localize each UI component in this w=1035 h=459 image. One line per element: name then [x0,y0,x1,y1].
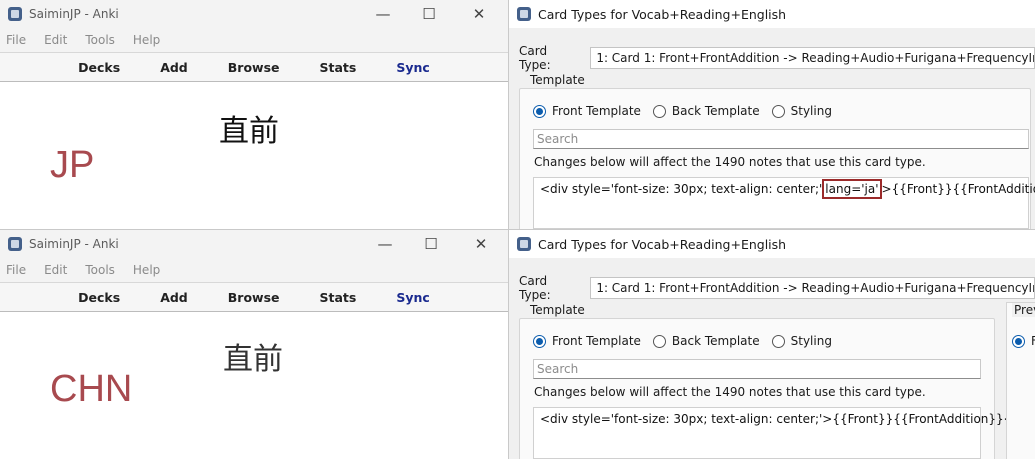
anki-main-window-chn: SaiminJP - Anki — ☐ ✕ File Edit Tools He… [0,230,508,459]
radio-unselected-icon [771,334,785,348]
preview-front-radio[interactable]: F [1012,334,1035,348]
template-radio-group: Front Template Back Template Styling [533,104,844,118]
radio-selected-icon [1012,334,1025,348]
menu-tools[interactable]: Tools [85,33,115,47]
notes-affected-notice: Changes below will affect the 1490 notes… [534,155,926,169]
title-bar[interactable]: Card Types for Vocab+Reading+English [509,0,1035,28]
language-label: CHN [50,368,133,410]
radio-unselected-icon [652,334,666,348]
radio-selected-icon [533,334,546,348]
card-type-label: Card Type: [519,44,551,72]
add-button[interactable]: Add [160,290,188,305]
main-toolbar: Decks Add Browse Stats Sync [0,282,508,312]
radio-label: Styling [790,104,832,118]
back-template-radio[interactable]: Back Template [652,104,760,118]
menu-help[interactable]: Help [133,263,160,277]
menu-file[interactable]: File [6,263,26,277]
front-template-radio[interactable]: Front Template [533,334,641,348]
card-preview-area: 直前 CHN [0,312,508,459]
radio-label: Back Template [671,334,760,348]
card-type-row: Card Type: 1: Card 1: Front+FrontAdditio… [519,44,1035,72]
notes-affected-notice: Changes below will affect the 1490 notes… [534,385,926,399]
template-radio-group: Front Template Back Template Styling [533,334,844,348]
search-input[interactable]: Search [533,129,1029,149]
window-title: SaiminJP - Anki [29,7,119,21]
menu-edit[interactable]: Edit [44,33,67,47]
title-bar[interactable]: SaiminJP - Anki — ☐ ✕ [0,230,508,258]
editor-text-after: >{{Front}}{{FrontAddition}}</div> [881,182,1035,196]
title-bar[interactable]: SaiminJP - Anki — ☐ ✕ [0,0,508,28]
sync-button[interactable]: Sync [396,290,429,305]
maximize-icon[interactable]: ☐ [406,0,452,28]
browse-button[interactable]: Browse [228,290,280,305]
stats-button[interactable]: Stats [320,60,357,75]
browse-button[interactable]: Browse [228,60,280,75]
main-toolbar: Decks Add Browse Stats Sync [0,52,508,82]
anki-app-icon [8,7,22,21]
template-group-title: Template [527,303,588,317]
menu-help[interactable]: Help [133,33,160,47]
editor-text-before: <div style='font-size: 30px; text-align:… [540,182,823,196]
card-type-label: Card Type: [519,274,551,302]
window-title: Card Types for Vocab+Reading+English [538,236,787,252]
card-types-window-1: Card Types for Vocab+Reading+English Car… [508,0,1035,229]
card-type-row: Card Type: 1: Card 1: Front+FrontAdditio… [519,274,1035,302]
search-input[interactable]: Search [533,359,981,379]
card-preview-area: 直前 JP [0,82,508,229]
menu-bar: File Edit Tools Help [0,258,508,282]
decks-button[interactable]: Decks [78,290,120,305]
anki-app-icon [8,237,22,251]
sync-button[interactable]: Sync [396,60,429,75]
stats-button[interactable]: Stats [320,290,357,305]
preview-group-title: Previ [1012,303,1035,317]
anki-app-icon [517,237,531,251]
radio-label: Styling [790,334,832,348]
language-label: JP [50,144,95,186]
styling-radio[interactable]: Styling [771,334,832,348]
maximize-icon[interactable]: ☐ [408,230,454,258]
minimize-icon[interactable]: — [360,0,406,28]
template-group-title: Template [527,73,588,87]
card-front-text: 直前 [223,342,283,377]
window-title: Card Types for Vocab+Reading+English [538,6,787,22]
anki-main-window-jp: SaiminJP - Anki — ☐ ✕ File Edit Tools He… [0,0,508,229]
template-editor[interactable]: <div style='font-size: 30px; text-align:… [533,407,1035,459]
card-types-window-2: Card Types for Vocab+Reading+English Car… [508,230,1035,459]
menu-bar: File Edit Tools Help [0,28,508,52]
radio-label: Back Template [671,104,760,118]
lang-attribute-highlight: lang='ja' [822,179,882,199]
decks-button[interactable]: Decks [78,60,120,75]
title-bar[interactable]: Card Types for Vocab+Reading+English [509,230,1035,258]
radio-label: F [1031,334,1035,348]
front-template-radio[interactable]: Front Template [533,104,641,118]
menu-file[interactable]: File [6,33,26,47]
add-button[interactable]: Add [160,60,188,75]
radio-unselected-icon [771,104,785,118]
menu-edit[interactable]: Edit [44,263,67,277]
template-editor[interactable]: <div style='font-size: 30px; text-align:… [533,177,1035,229]
close-icon[interactable]: ✕ [456,0,502,28]
menu-tools[interactable]: Tools [85,263,115,277]
card-type-select[interactable]: 1: Card 1: Front+FrontAddition -> Readin… [590,47,1035,69]
preview-groupbox [1006,302,1035,459]
radio-unselected-icon [652,104,666,118]
styling-radio[interactable]: Styling [771,104,832,118]
close-icon[interactable]: ✕ [458,230,504,258]
window-title: SaiminJP - Anki [29,237,119,251]
card-front-text: 直前 [219,114,279,149]
back-template-radio[interactable]: Back Template [652,334,760,348]
radio-label: Front Template [552,334,641,348]
anki-app-icon [517,7,531,21]
card-type-select[interactable]: 1: Card 1: Front+FrontAddition -> Readin… [590,277,1035,299]
radio-label: Front Template [552,104,641,118]
window-divider [0,229,1035,230]
radio-selected-icon [533,104,546,118]
minimize-icon[interactable]: — [362,230,408,258]
